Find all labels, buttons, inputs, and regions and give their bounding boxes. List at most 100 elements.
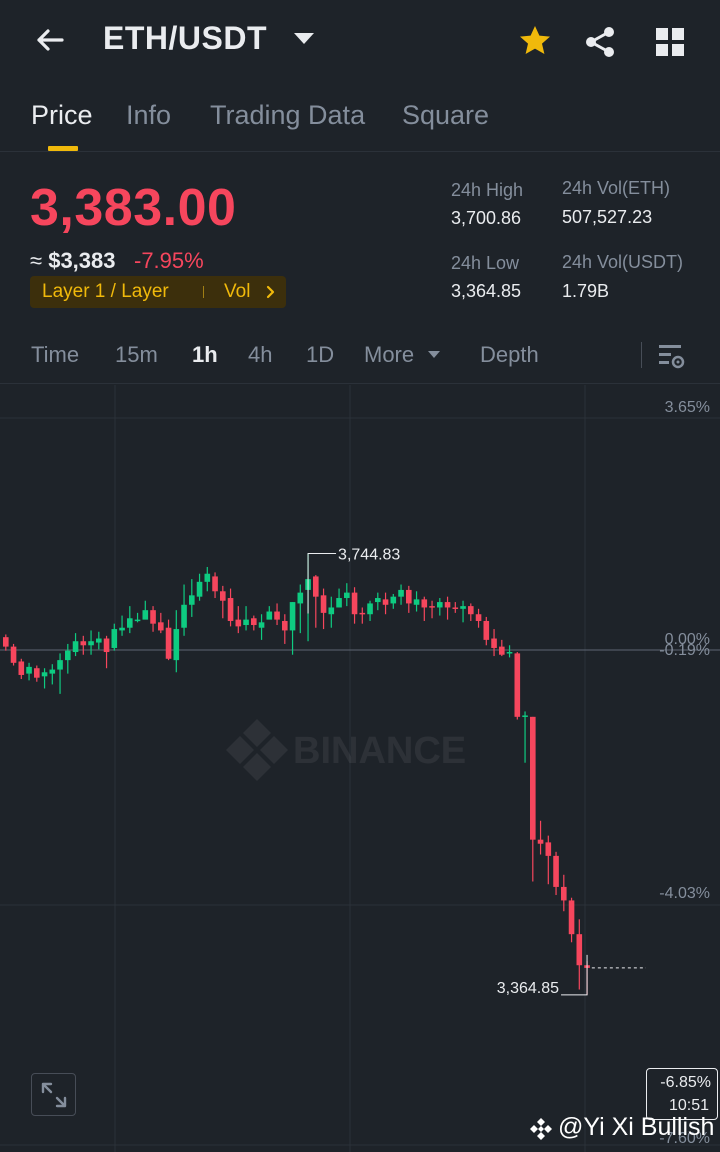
candle-body: [127, 618, 133, 628]
candle-body: [243, 619, 249, 626]
candle-body: [96, 638, 102, 643]
candle-body: [65, 650, 71, 661]
candle-body: [26, 666, 32, 674]
chart-canvas: BINANCE3.65%0.00%-0.19%-4.03%-7.60%3,744…: [0, 385, 720, 1152]
tag-divider: [203, 286, 204, 298]
change-percent: -7.95%: [134, 248, 204, 273]
chevron-right-icon: [266, 285, 275, 299]
candle-body: [80, 641, 87, 646]
candle-body: [181, 604, 187, 628]
candle-body: [72, 641, 79, 653]
candle-body: [452, 607, 459, 609]
tab-info[interactable]: Info: [126, 100, 171, 131]
candle-body: [328, 607, 335, 615]
candle-body: [111, 629, 118, 648]
axis-label-top: 3.65%: [665, 399, 710, 416]
interval-4h[interactable]: 4h: [248, 342, 272, 368]
stat-high-value: 3,700.86: [451, 208, 522, 228]
candle-body: [421, 599, 428, 608]
candle-body: [444, 602, 451, 608]
candle-body: [297, 592, 304, 604]
stat-vol-quote-label: 24h Vol(USDT): [562, 252, 684, 272]
candle-body: [289, 602, 296, 631]
candle-body: [49, 669, 56, 674]
candle-body: [227, 598, 234, 621]
current-pct: -6.85%: [660, 1074, 711, 1091]
candle-body: [119, 627, 125, 631]
interval-1d[interactable]: 1D: [306, 342, 334, 368]
candle-body: [475, 614, 482, 621]
candle-body: [359, 612, 366, 615]
candle-body: [134, 619, 141, 622]
candle-body: [576, 934, 583, 966]
candle-body: [274, 611, 280, 620]
stat-high-label: 24h High: [451, 180, 524, 200]
candle-body: [88, 641, 94, 646]
candle-body: [212, 576, 218, 592]
tab-trading-data[interactable]: Trading Data: [210, 100, 365, 131]
candle-body: [41, 672, 48, 677]
pair-title[interactable]: ETH/USDT: [103, 20, 267, 57]
candle-body: [3, 637, 9, 647]
candle-body: [10, 646, 17, 663]
candle-body: [344, 592, 350, 599]
caret-down-icon[interactable]: [294, 33, 314, 44]
grid-icon[interactable]: [655, 27, 685, 57]
candle-body: [351, 592, 358, 615]
high-marker-label: 3,744.83: [338, 546, 400, 563]
binance-watermark-text: BINANCE: [293, 730, 466, 772]
candle-body: [282, 620, 288, 631]
candle-body: [18, 661, 25, 675]
candle-body: [336, 598, 342, 608]
share-icon[interactable]: [583, 25, 617, 59]
star-icon[interactable]: [517, 23, 553, 59]
candle-body: [196, 581, 203, 597]
approx-usd-price: ≈ $3,383: [30, 248, 116, 273]
source-watermark: @Yi Xi Bullish: [558, 1113, 715, 1141]
candle-body: [220, 591, 226, 601]
vol-tag-label: Vol: [224, 281, 251, 302]
interval-15m[interactable]: 15m: [115, 342, 158, 368]
interval-time[interactable]: Time: [31, 342, 79, 368]
stat-vol-base-label: 24h Vol(ETH): [562, 178, 671, 198]
interval-more[interactable]: More: [364, 342, 414, 368]
binance-watermark-logo: [226, 719, 288, 781]
candle-body: [537, 839, 544, 844]
stat-low-value: 3,364.85: [451, 281, 522, 301]
tab-square[interactable]: Square: [402, 100, 489, 131]
category-label: Layer 1 / Layer: [42, 281, 169, 302]
stat-vol-quote-value: 1.79B: [562, 281, 610, 301]
tab-price[interactable]: Price: [31, 100, 93, 131]
candle-body: [406, 589, 412, 604]
candle-body: [150, 610, 156, 624]
low-marker-label: 3,364.85: [497, 980, 559, 997]
candle-body: [460, 606, 466, 609]
fullscreen-button[interactable]: [31, 1073, 76, 1116]
candlestick-chart[interactable]: BINANCE 3.65% 0.00% -0.19% -4.03% -7.60% 3,744…: [0, 385, 720, 1152]
candle-body: [514, 653, 521, 717]
back-arrow-icon[interactable]: [32, 22, 68, 58]
interval-bar: Time 15m 1h 4h 1D More Depth: [0, 330, 720, 384]
candle-body: [266, 611, 273, 620]
interval-1h[interactable]: 1h: [192, 342, 218, 368]
expand-icon: [41, 1082, 67, 1108]
candle-body: [173, 629, 180, 661]
top-tabs: Price Info Trading Data Square: [0, 96, 720, 152]
candle-body: [437, 602, 443, 608]
more-caret-icon: [428, 351, 440, 358]
active-tab-indicator: [48, 146, 78, 151]
candle-body: [390, 596, 397, 604]
interval-depth[interactable]: Depth: [480, 342, 539, 368]
candle-body: [313, 576, 319, 597]
candle-body: [258, 622, 265, 628]
candle-body: [530, 716, 536, 840]
binance-logo-icon: [530, 1118, 552, 1140]
candle-body: [57, 660, 63, 670]
binance-watermark: BINANCE: [226, 719, 466, 781]
candle-body: [375, 598, 381, 603]
category-tag[interactable]: Layer 1 / Layer Vol: [30, 276, 286, 308]
candle-body: [367, 603, 373, 615]
chart-settings-icon[interactable]: [657, 342, 687, 372]
candle-body: [320, 595, 327, 613]
low-marker-line: [561, 954, 588, 996]
